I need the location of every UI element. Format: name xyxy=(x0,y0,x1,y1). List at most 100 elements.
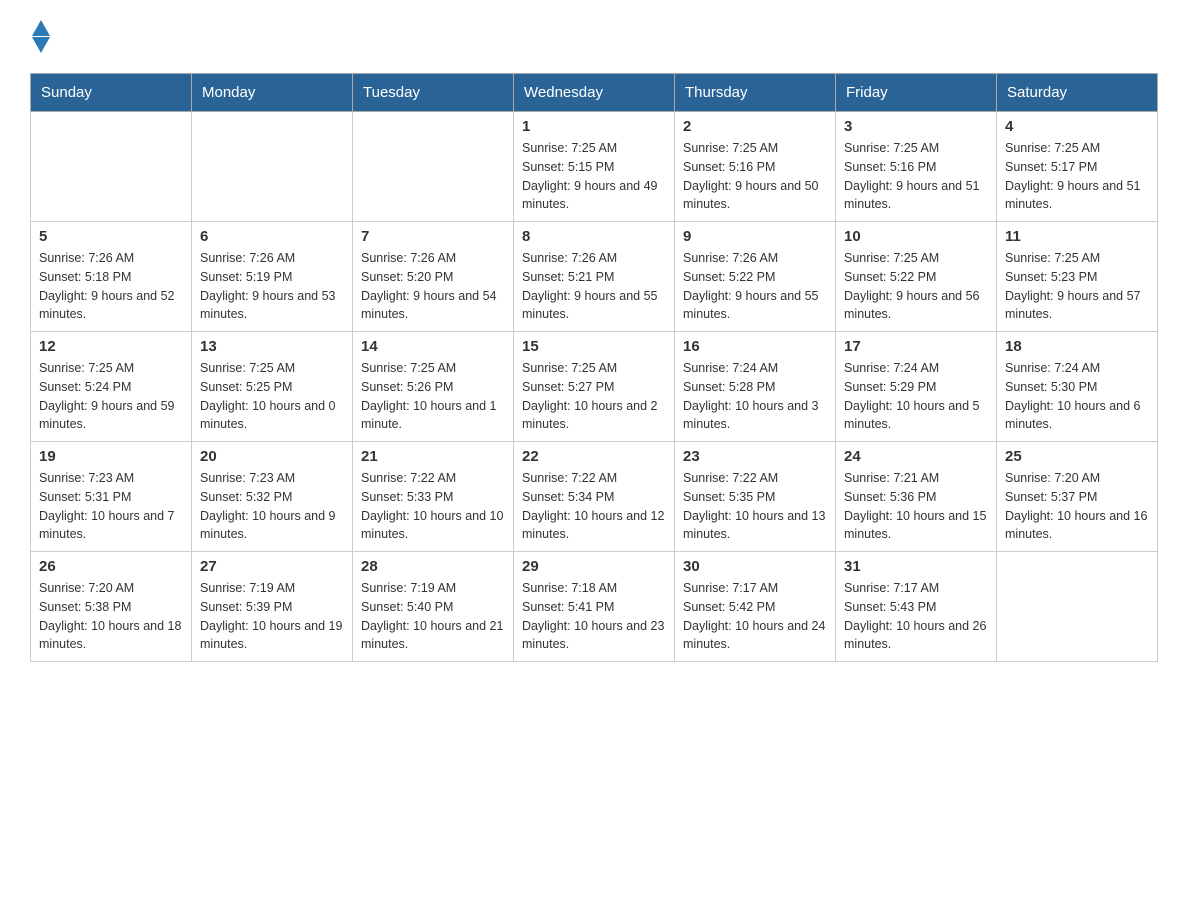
calendar-cell: 4 Sunrise: 7:25 AMSunset: 5:17 PMDaylight… xyxy=(997,112,1158,222)
calendar-week-row: 1 Sunrise: 7:25 AMSunset: 5:15 PMDaylight… xyxy=(31,112,1158,222)
day-info: Sunrise: 7:26 AMSunset: 5:20 PMDaylight:… xyxy=(361,249,505,324)
day-number: 17 xyxy=(844,338,988,355)
day-info: Sunrise: 7:20 AMSunset: 5:38 PMDaylight:… xyxy=(39,579,183,654)
day-info: Sunrise: 7:23 AMSunset: 5:32 PMDaylight:… xyxy=(200,469,344,544)
day-number: 28 xyxy=(361,558,505,575)
calendar-week-row: 26 Sunrise: 7:20 AMSunset: 5:38 PMDayligh… xyxy=(31,552,1158,662)
day-info: Sunrise: 7:25 AMSunset: 5:17 PMDaylight:… xyxy=(1005,139,1149,214)
day-info: Sunrise: 7:26 AMSunset: 5:19 PMDaylight:… xyxy=(200,249,344,324)
day-number: 24 xyxy=(844,448,988,465)
day-info: Sunrise: 7:25 AMSunset: 5:27 PMDaylight:… xyxy=(522,359,666,434)
calendar-cell: 23 Sunrise: 7:22 AMSunset: 5:35 PMDayligh… xyxy=(675,442,836,552)
calendar-cell: 1 Sunrise: 7:25 AMSunset: 5:15 PMDaylight… xyxy=(514,112,675,222)
day-number: 12 xyxy=(39,338,183,355)
day-number: 19 xyxy=(39,448,183,465)
day-info: Sunrise: 7:22 AMSunset: 5:35 PMDaylight:… xyxy=(683,469,827,544)
page-header xyxy=(30,20,1158,53)
calendar-cell: 11 Sunrise: 7:25 AMSunset: 5:23 PMDayligh… xyxy=(997,222,1158,332)
day-number: 21 xyxy=(361,448,505,465)
calendar-cell: 31 Sunrise: 7:17 AMSunset: 5:43 PMDayligh… xyxy=(836,552,997,662)
day-info: Sunrise: 7:25 AMSunset: 5:24 PMDaylight:… xyxy=(39,359,183,434)
calendar-cell xyxy=(997,552,1158,662)
calendar-cell: 9 Sunrise: 7:26 AMSunset: 5:22 PMDaylight… xyxy=(675,222,836,332)
calendar-table: SundayMondayTuesdayWednesdayThursdayFrid… xyxy=(30,73,1158,662)
calendar-cell: 14 Sunrise: 7:25 AMSunset: 5:26 PMDayligh… xyxy=(353,332,514,442)
day-number: 16 xyxy=(683,338,827,355)
calendar-cell: 15 Sunrise: 7:25 AMSunset: 5:27 PMDayligh… xyxy=(514,332,675,442)
calendar-cell xyxy=(192,112,353,222)
calendar-cell: 3 Sunrise: 7:25 AMSunset: 5:16 PMDaylight… xyxy=(836,112,997,222)
day-info: Sunrise: 7:24 AMSunset: 5:28 PMDaylight:… xyxy=(683,359,827,434)
day-number: 1 xyxy=(522,118,666,135)
calendar-cell: 30 Sunrise: 7:17 AMSunset: 5:42 PMDayligh… xyxy=(675,552,836,662)
calendar-cell: 26 Sunrise: 7:20 AMSunset: 5:38 PMDayligh… xyxy=(31,552,192,662)
calendar-cell: 28 Sunrise: 7:19 AMSunset: 5:40 PMDayligh… xyxy=(353,552,514,662)
day-number: 3 xyxy=(844,118,988,135)
calendar-header-row: SundayMondayTuesdayWednesdayThursdayFrid… xyxy=(31,74,1158,112)
day-info: Sunrise: 7:21 AMSunset: 5:36 PMDaylight:… xyxy=(844,469,988,544)
day-info: Sunrise: 7:19 AMSunset: 5:40 PMDaylight:… xyxy=(361,579,505,654)
calendar-cell: 7 Sunrise: 7:26 AMSunset: 5:20 PMDaylight… xyxy=(353,222,514,332)
day-info: Sunrise: 7:26 AMSunset: 5:18 PMDaylight:… xyxy=(39,249,183,324)
day-info: Sunrise: 7:19 AMSunset: 5:39 PMDaylight:… xyxy=(200,579,344,654)
day-of-week-header: Monday xyxy=(192,74,353,112)
calendar-cell: 21 Sunrise: 7:22 AMSunset: 5:33 PMDayligh… xyxy=(353,442,514,552)
calendar-week-row: 12 Sunrise: 7:25 AMSunset: 5:24 PMDayligh… xyxy=(31,332,1158,442)
calendar-cell: 22 Sunrise: 7:22 AMSunset: 5:34 PMDayligh… xyxy=(514,442,675,552)
day-number: 23 xyxy=(683,448,827,465)
day-number: 18 xyxy=(1005,338,1149,355)
day-number: 25 xyxy=(1005,448,1149,465)
day-info: Sunrise: 7:22 AMSunset: 5:34 PMDaylight:… xyxy=(522,469,666,544)
day-info: Sunrise: 7:25 AMSunset: 5:15 PMDaylight:… xyxy=(522,139,666,214)
day-number: 11 xyxy=(1005,228,1149,245)
day-info: Sunrise: 7:25 AMSunset: 5:16 PMDaylight:… xyxy=(683,139,827,214)
day-info: Sunrise: 7:17 AMSunset: 5:42 PMDaylight:… xyxy=(683,579,827,654)
calendar-cell: 25Sunrise: 7:20 AMSunset: 5:37 PMDayligh… xyxy=(997,442,1158,552)
day-of-week-header: Tuesday xyxy=(353,74,514,112)
calendar-cell: 12 Sunrise: 7:25 AMSunset: 5:24 PMDayligh… xyxy=(31,332,192,442)
calendar-cell: 19Sunrise: 7:23 AMSunset: 5:31 PMDayligh… xyxy=(31,442,192,552)
calendar-cell: 2Sunrise: 7:25 AMSunset: 5:16 PMDaylight… xyxy=(675,112,836,222)
day-of-week-header: Thursday xyxy=(675,74,836,112)
day-number: 31 xyxy=(844,558,988,575)
day-number: 4 xyxy=(1005,118,1149,135)
day-number: 22 xyxy=(522,448,666,465)
day-info: Sunrise: 7:25 AMSunset: 5:26 PMDaylight:… xyxy=(361,359,505,434)
calendar-cell: 24 Sunrise: 7:21 AMSunset: 5:36 PMDayligh… xyxy=(836,442,997,552)
calendar-cell: 17 Sunrise: 7:24 AMSunset: 5:29 PMDayligh… xyxy=(836,332,997,442)
day-info: Sunrise: 7:25 AMSunset: 5:16 PMDaylight:… xyxy=(844,139,988,214)
day-info: Sunrise: 7:26 AMSunset: 5:22 PMDaylight:… xyxy=(683,249,827,324)
calendar-cell: 8 Sunrise: 7:26 AMSunset: 5:21 PMDaylight… xyxy=(514,222,675,332)
day-of-week-header: Wednesday xyxy=(514,74,675,112)
day-info: Sunrise: 7:26 AMSunset: 5:21 PMDaylight:… xyxy=(522,249,666,324)
calendar-cell: 27 Sunrise: 7:19 AMSunset: 5:39 PMDayligh… xyxy=(192,552,353,662)
calendar-cell: 13Sunrise: 7:25 AMSunset: 5:25 PMDayligh… xyxy=(192,332,353,442)
day-info: Sunrise: 7:25 AMSunset: 5:23 PMDaylight:… xyxy=(1005,249,1149,324)
day-info: Sunrise: 7:22 AMSunset: 5:33 PMDaylight:… xyxy=(361,469,505,544)
day-number: 14 xyxy=(361,338,505,355)
day-number: 15 xyxy=(522,338,666,355)
day-info: Sunrise: 7:24 AMSunset: 5:30 PMDaylight:… xyxy=(1005,359,1149,434)
day-number: 8 xyxy=(522,228,666,245)
day-info: Sunrise: 7:25 AMSunset: 5:25 PMDaylight:… xyxy=(200,359,344,434)
day-number: 27 xyxy=(200,558,344,575)
calendar-cell: 20 Sunrise: 7:23 AMSunset: 5:32 PMDayligh… xyxy=(192,442,353,552)
day-number: 20 xyxy=(200,448,344,465)
day-number: 30 xyxy=(683,558,827,575)
day-info: Sunrise: 7:25 AMSunset: 5:22 PMDaylight:… xyxy=(844,249,988,324)
day-number: 7 xyxy=(361,228,505,245)
calendar-cell xyxy=(31,112,192,222)
day-number: 29 xyxy=(522,558,666,575)
calendar-cell: 18 Sunrise: 7:24 AMSunset: 5:30 PMDayligh… xyxy=(997,332,1158,442)
day-number: 10 xyxy=(844,228,988,245)
day-info: Sunrise: 7:17 AMSunset: 5:43 PMDaylight:… xyxy=(844,579,988,654)
day-info: Sunrise: 7:18 AMSunset: 5:41 PMDaylight:… xyxy=(522,579,666,654)
calendar-cell: 10 Sunrise: 7:25 AMSunset: 5:22 PMDayligh… xyxy=(836,222,997,332)
day-number: 9 xyxy=(683,228,827,245)
day-info: Sunrise: 7:24 AMSunset: 5:29 PMDaylight:… xyxy=(844,359,988,434)
calendar-cell: 5Sunrise: 7:26 AMSunset: 5:18 PMDaylight… xyxy=(31,222,192,332)
calendar-cell: 29 Sunrise: 7:18 AMSunset: 5:41 PMDayligh… xyxy=(514,552,675,662)
day-number: 26 xyxy=(39,558,183,575)
day-of-week-header: Sunday xyxy=(31,74,192,112)
logo xyxy=(30,20,50,53)
